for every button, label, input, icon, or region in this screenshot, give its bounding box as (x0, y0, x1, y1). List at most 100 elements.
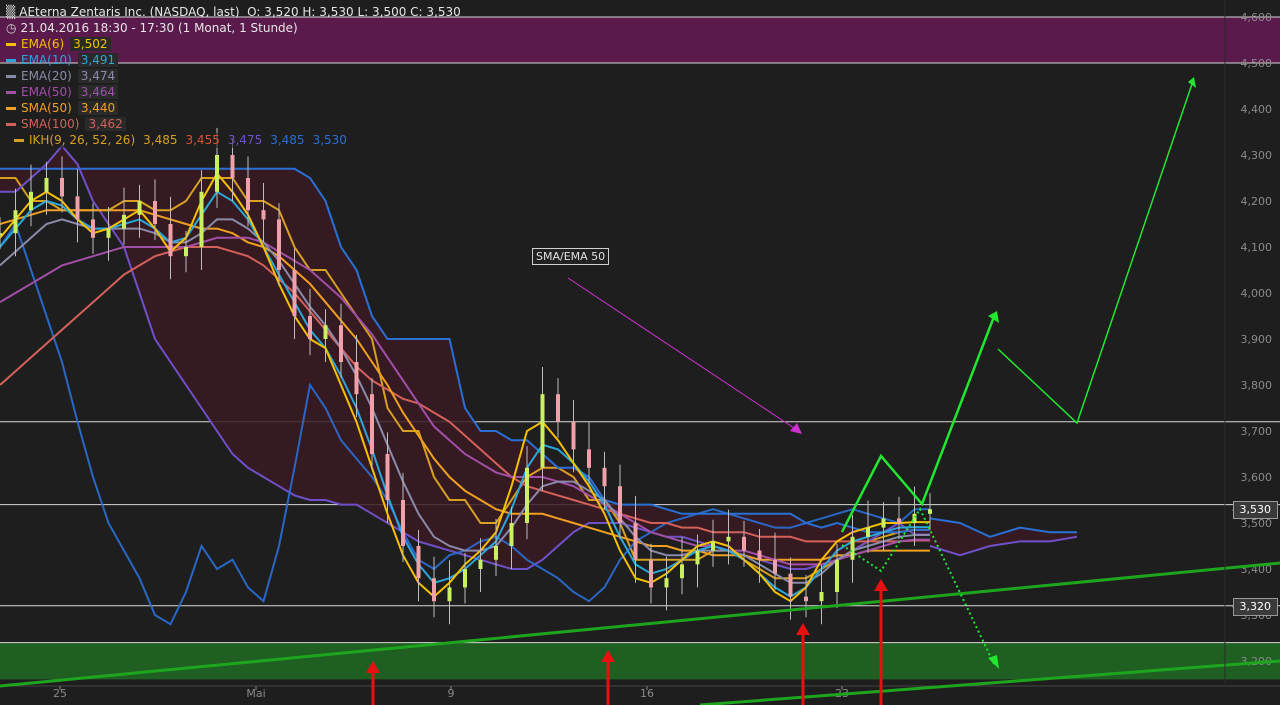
candle-body[interactable] (277, 219, 281, 270)
price-chart[interactable]: 4,600 4,500 4,400 4,300 4,200 4,100 4,000 3,900… (0, 0, 1280, 705)
candle-body[interactable] (106, 228, 111, 238)
candle-body[interactable] (137, 201, 142, 215)
candle-body[interactable] (323, 325, 328, 339)
candle-body[interactable] (0, 233, 2, 236)
candle-body[interactable] (726, 536, 731, 542)
candle-body[interactable] (788, 573, 793, 597)
candle-body[interactable] (757, 550, 762, 560)
legend-swatch (6, 91, 16, 94)
candle-body[interactable] (556, 394, 560, 422)
candle-body[interactable] (571, 421, 576, 450)
candle-body[interactable] (711, 541, 715, 551)
candle-body[interactable] (354, 362, 359, 395)
x-tick-label: 25 (53, 687, 67, 700)
candle-body[interactable] (153, 201, 157, 224)
candle-body[interactable] (370, 394, 374, 454)
candle-body[interactable] (463, 569, 467, 588)
ikh-value: 3,485 (143, 133, 178, 147)
legend-label: EMA(6) (21, 37, 65, 51)
legend-item-ema-10-[interactable]: EMA(10) 3,491 (6, 53, 119, 68)
legend-label: IKH(9, 26, 52, 26) (29, 133, 136, 147)
support-price-tag: 3,320 (1232, 598, 1278, 616)
ikh-value: 3,455 (185, 133, 220, 147)
candle-body[interactable] (75, 196, 80, 220)
candle-body[interactable] (478, 559, 483, 569)
chart-bars-icon: ▒ (6, 5, 16, 19)
candle-body[interactable] (91, 219, 95, 238)
chart-title-row: ▒ AEterna Zentaris Inc. (NASDAQ, last) O:… (6, 5, 461, 19)
chart-period-row: ◷ 21.04.2016 18:30 - 17:30 (1 Monat, 1 St… (6, 21, 298, 35)
legend-swatch (6, 75, 16, 78)
clock-icon: ◷ (6, 21, 17, 35)
candle-body[interactable] (602, 467, 607, 487)
candle-body[interactable] (447, 587, 452, 602)
candle-body[interactable] (184, 247, 188, 257)
candle-body[interactable] (835, 559, 839, 592)
sma-ema-annotation: SMA/EMA 50 (532, 248, 610, 265)
candle-body[interactable] (649, 559, 653, 588)
zone-1 (0, 642, 1280, 680)
x-tick-label: Mai (246, 687, 265, 700)
candle-body[interactable] (680, 564, 684, 579)
candle-body[interactable] (928, 509, 932, 514)
legend-item-sma-100-[interactable]: SMA(100) 3,462 (6, 117, 126, 132)
candle-body[interactable] (401, 500, 405, 546)
y-tick-label: 4,000 (1241, 287, 1273, 300)
candle-body[interactable] (308, 316, 312, 339)
legend-value: 3,462 (85, 117, 126, 131)
candle-body[interactable] (773, 559, 777, 574)
last-price-tag: 3,530 (1232, 501, 1278, 519)
candle-body[interactable] (168, 224, 173, 257)
candle-body[interactable] (633, 523, 638, 560)
candle-body[interactable] (292, 270, 297, 316)
x-tick-label: 16 (640, 687, 654, 700)
candle-body[interactable] (695, 550, 700, 565)
legend-item-ema-6-[interactable]: EMA(6) 3,502 (6, 37, 111, 52)
y-tick-label: 3,600 (1241, 471, 1273, 484)
candle-body[interactable] (540, 394, 545, 468)
y-tick-label: 4,200 (1241, 195, 1273, 208)
candle-body[interactable] (44, 178, 49, 192)
candle-body[interactable] (664, 578, 669, 588)
candle-body[interactable] (432, 578, 436, 602)
ohlc-readout: O: 3,520 H: 3,530 L: 3,500 C: 3,530 (247, 5, 461, 19)
legend-item-ikh[interactable]: IKH(9, 26, 52, 26) 3,485 3,455 3,475 3,485 3,… (6, 133, 347, 148)
candle-body[interactable] (385, 454, 390, 500)
legend-item-sma-50-[interactable]: SMA(50) 3,440 (6, 101, 119, 116)
candle-body[interactable] (215, 155, 219, 192)
ikh-value: 3,485 (270, 133, 305, 147)
candle-body[interactable] (29, 191, 33, 211)
candle-body[interactable] (819, 592, 824, 602)
candle-body[interactable] (246, 178, 250, 211)
candle-body[interactable] (866, 527, 870, 537)
legend-value: 3,464 (77, 85, 119, 99)
candle-body[interactable] (509, 523, 514, 546)
ikh-value: 3,475 (227, 133, 263, 147)
candle-body[interactable] (587, 449, 591, 468)
candle-body[interactable] (850, 536, 855, 560)
y-tick-label: 4,500 (1241, 57, 1273, 70)
candle-body[interactable] (60, 178, 64, 197)
legend-label: SMA(100) (21, 117, 80, 131)
candle-body[interactable] (13, 210, 18, 234)
candle-body[interactable] (881, 518, 886, 528)
candle-body[interactable] (230, 155, 235, 178)
legend-label: EMA(20) (21, 69, 72, 83)
legend-swatch (6, 43, 16, 46)
candle-body[interactable] (742, 536, 746, 551)
legend-swatch (6, 123, 16, 126)
candle-body[interactable] (494, 546, 498, 560)
y-tick-label: 3,900 (1241, 333, 1273, 346)
candle-body[interactable] (261, 210, 266, 220)
candle-body[interactable] (525, 467, 529, 523)
candle-body[interactable] (122, 214, 126, 229)
candle-body[interactable] (897, 518, 901, 523)
legend-swatch (14, 139, 24, 142)
candle-body[interactable] (199, 191, 204, 247)
legend-item-ema-50-[interactable]: EMA(50) 3,464 (6, 85, 119, 100)
candle-body[interactable] (804, 596, 808, 602)
legend-item-ema-20-[interactable]: EMA(20) 3,474 (6, 69, 119, 84)
candle-body[interactable] (416, 546, 421, 579)
candle-body[interactable] (618, 486, 622, 523)
candle-body[interactable] (339, 325, 343, 362)
